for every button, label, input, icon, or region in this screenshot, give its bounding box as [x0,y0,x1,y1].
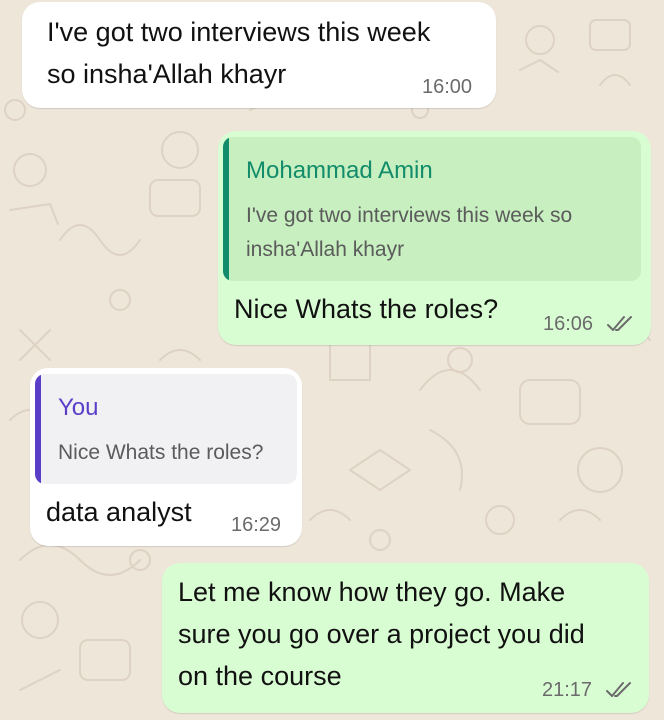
message-timestamp: 16:06 [543,313,594,335]
quote-accent-bar [223,137,229,281]
message-timestamp: 21:17 [542,679,593,701]
message-incoming[interactable]: I've got two interviews this week so ins… [22,2,496,108]
quoted-text: Nice Whats the roles? [58,441,264,464]
double-check-icon [606,682,631,697]
message-text: on the course [178,661,342,691]
message-text: sure you go over a project you did [178,619,585,649]
message-text: so insha'Allah khayr [47,59,287,89]
message-text: Nice Whats the roles? [234,294,499,324]
quote-accent-bar [35,374,41,484]
double-check-icon [607,316,632,331]
quoted-sender-name: You [58,394,99,421]
message-incoming[interactable]: You Nice Whats the roles? data analyst 1… [30,368,302,546]
quoted-message[interactable]: Mohammad Amin I've got two interviews th… [223,137,641,281]
quoted-message[interactable]: You Nice Whats the roles? [35,374,297,484]
message-text: Let me know how they go. Make [178,577,566,607]
quoted-text: I've got two interviews this week so [246,204,573,227]
quoted-sender-name: Mohammad Amin [246,157,433,184]
message-outgoing[interactable]: Let me know how they go. Make sure you g… [162,563,649,713]
message-text: data analyst [46,497,192,527]
message-outgoing[interactable]: Mohammad Amin I've got two interviews th… [218,131,651,345]
message-timestamp: 16:29 [231,514,282,536]
message-text: I've got two interviews this week [47,17,431,47]
quoted-text: insha'Allah khayr [246,238,405,261]
message-timestamp: 16:00 [422,76,473,98]
